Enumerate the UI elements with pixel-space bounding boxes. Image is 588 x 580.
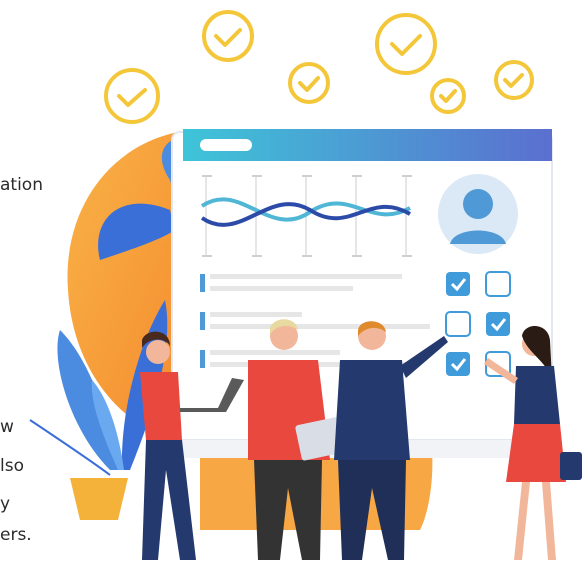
checkbox-checked-icon	[446, 272, 470, 296]
checkbox-empty-icon	[445, 311, 471, 337]
check-circle-icon	[375, 13, 437, 75]
check-circle-icon	[202, 10, 254, 62]
check-circle-icon	[104, 68, 160, 124]
check-circle-icon	[430, 78, 466, 114]
user-avatar-icon	[438, 174, 518, 254]
checkbox-checked-icon	[446, 352, 470, 376]
floating-check-icons	[104, 10, 534, 124]
check-circle-icon	[288, 62, 330, 104]
checkbox-checked-icon	[486, 312, 510, 336]
header-pill	[200, 139, 252, 151]
checkbox-empty-icon	[485, 271, 511, 297]
check-circle-icon	[494, 60, 534, 100]
team-checklist-illustration	[29, 10, 582, 560]
